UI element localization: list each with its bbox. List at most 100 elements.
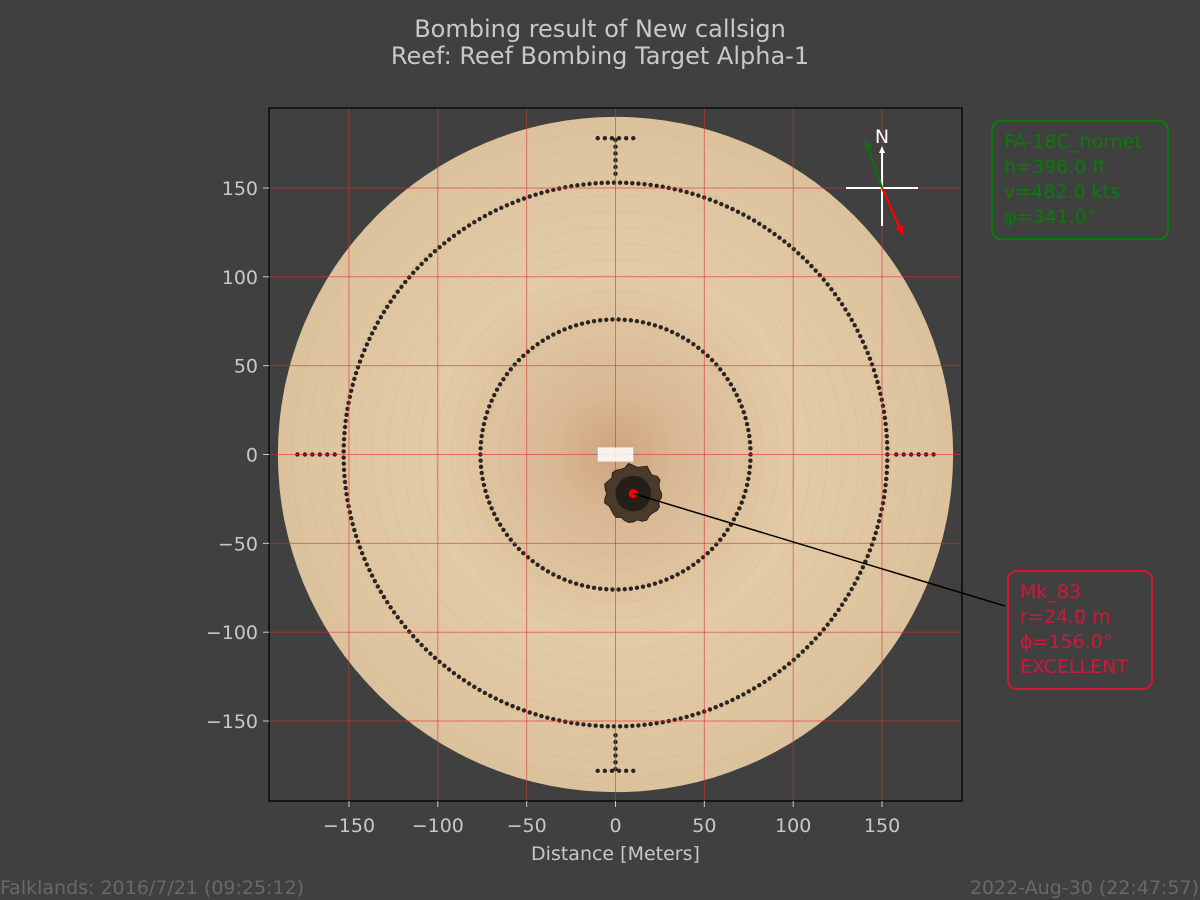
ring-1-dot <box>591 318 597 324</box>
ring-2-dot <box>719 201 724 207</box>
ring-2-dot <box>461 678 467 683</box>
weapon-type: Mk_83 <box>1020 581 1081 603</box>
ring-2-dot <box>378 589 384 594</box>
ring-1-dot <box>664 327 669 332</box>
ring-2-dot <box>678 188 683 193</box>
ring-2-dot <box>654 721 659 726</box>
ring-2-dot <box>860 565 866 570</box>
ring-1-dot <box>747 464 753 469</box>
ring-2-dot <box>428 651 433 656</box>
ring-2-dot <box>411 633 416 639</box>
ring-2-dot <box>575 183 580 188</box>
ring-2-dot <box>796 251 801 256</box>
ring-2-dot <box>882 415 888 421</box>
ring-2-dot <box>350 382 355 388</box>
ring-2-dot <box>735 695 741 700</box>
ring-2-dot <box>482 213 488 219</box>
ring-2-dot <box>875 524 880 530</box>
ring-2-dot <box>741 692 746 697</box>
ring-1-dot <box>739 500 744 505</box>
ring-2-dot <box>348 388 354 394</box>
ring-1-dot <box>479 470 484 476</box>
ring-1-dot <box>658 325 663 330</box>
ring-2-dot <box>777 669 782 674</box>
footer-generated-date: 2022-Aug-30 (22:47:57) <box>970 877 1199 899</box>
ring-2-dot <box>545 715 550 720</box>
ring-2-dot <box>825 282 830 287</box>
ring-2-dot <box>684 189 689 195</box>
ring-2-dot <box>884 470 889 476</box>
ring-2-dot <box>456 674 462 679</box>
ring-1-dot <box>686 566 691 571</box>
ring-1-dot <box>744 482 750 488</box>
ring-2-dot <box>399 284 404 290</box>
ring-1-dot <box>508 537 513 542</box>
ring-1-dot <box>737 506 742 511</box>
ring-2-dot <box>395 289 400 294</box>
ring-1-dot <box>658 579 663 584</box>
ring-1-dot <box>483 488 488 494</box>
ring-2-dot <box>867 356 873 361</box>
ring-1-dot <box>489 398 494 403</box>
cross-mark-dot <box>595 768 600 773</box>
ring-2-dot <box>642 722 647 728</box>
target-center-marker <box>597 447 634 462</box>
ring-2-dot <box>821 277 826 282</box>
ring-1-dot <box>501 376 506 382</box>
ring-1-dot <box>597 318 603 323</box>
ring-2-dot <box>533 192 538 197</box>
ring-2-dot <box>636 723 641 728</box>
ring-2-dot <box>636 181 641 186</box>
ring-1-dot <box>485 409 490 415</box>
ring-2-dot <box>372 578 378 584</box>
ring-2-dot <box>630 180 635 186</box>
ring-2-dot <box>342 424 348 430</box>
ring-2-dot <box>423 647 429 652</box>
ring-2-dot <box>829 287 834 292</box>
ring-1-dot <box>640 584 646 589</box>
ring-2-dot <box>885 446 890 451</box>
ring-2-dot <box>488 210 493 216</box>
ring-2-dot <box>871 536 877 542</box>
ring-1-dot <box>481 482 487 488</box>
x-tick-label: 50 <box>692 815 716 837</box>
ring-1-dot <box>721 532 727 538</box>
ring-2-dot <box>813 636 818 641</box>
ring-2-dot <box>772 231 777 237</box>
ring-2-dot <box>367 336 372 342</box>
ring-2-dot <box>696 193 701 198</box>
ring-2-dot <box>796 653 801 658</box>
ring-2-dot <box>782 665 787 670</box>
ring-2-dot <box>557 718 562 723</box>
ring-2-dot <box>391 610 397 615</box>
ring-1-dot <box>721 371 727 377</box>
ring-1-dot <box>604 587 609 592</box>
ring-2-dot <box>415 266 420 271</box>
ring-2-dot <box>391 294 397 299</box>
ring-1-dot <box>573 323 579 328</box>
ring-2-dot <box>730 697 735 703</box>
ring-1-dot <box>492 392 497 398</box>
ring-2-dot <box>852 323 857 328</box>
ring-2-dot <box>533 712 538 717</box>
ring-2-dot <box>477 216 482 222</box>
ring-1-dot <box>616 317 621 322</box>
ring-2-dot <box>846 592 851 597</box>
ring-2-dot <box>369 573 375 578</box>
ring-2-dot <box>466 681 472 686</box>
ring-2-dot <box>388 299 393 304</box>
ring-2-dot <box>593 723 598 728</box>
ring-2-dot <box>399 619 404 625</box>
ring-2-dot <box>451 670 457 676</box>
ring-1-dot <box>646 583 652 588</box>
ring-2-dot <box>593 181 598 186</box>
ring-1-dot <box>504 371 510 377</box>
ring-1-dot <box>622 317 627 322</box>
ring-1-dot <box>535 341 540 347</box>
ring-1-dot <box>664 577 669 582</box>
ring-2-dot <box>843 597 848 602</box>
ring-1-dot <box>696 345 701 351</box>
ring-1-dot <box>675 332 680 337</box>
ring-1-dot <box>686 338 691 343</box>
ring-2-dot <box>884 464 890 469</box>
